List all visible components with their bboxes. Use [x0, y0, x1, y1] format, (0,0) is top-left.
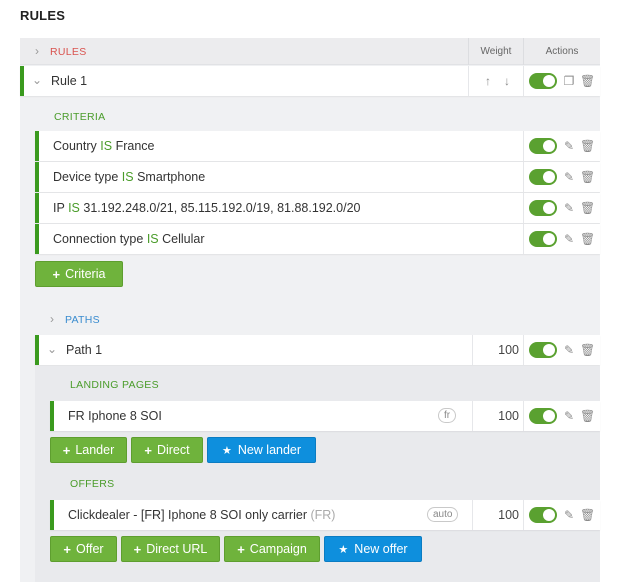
trash-icon[interactable]: 🗑	[580, 409, 595, 423]
rules-section-label[interactable]: RULES	[50, 46, 87, 58]
criteria-item[interactable]: Device type IS Smartphone ✎ 🗑	[35, 162, 600, 192]
path-toggle[interactable]	[529, 342, 557, 358]
pencil-icon[interactable]: ✎	[563, 139, 575, 153]
criteria-value: 31.192.248.0/21, 85.115.192.0/19, 81.88.…	[83, 201, 361, 215]
add-direct-button[interactable]: + Direct	[131, 437, 203, 463]
rule-row[interactable]: ⌄ Rule 1 ↑ ↓ ❐ 🗑	[20, 66, 600, 96]
path-weight: 100	[498, 343, 519, 357]
pencil-icon[interactable]: ✎	[563, 170, 575, 184]
offers-label: OFFERS	[70, 478, 115, 490]
landing-pages-label: LANDING PAGES	[70, 379, 159, 391]
criteria-item[interactable]: IP IS 31.192.248.0/21, 85.115.192.0/19, …	[35, 193, 600, 223]
lander-weight: 100	[498, 409, 519, 423]
trash-icon[interactable]: 🗑	[580, 508, 595, 522]
trash-icon[interactable]: 🗑	[580, 343, 595, 357]
plus-icon: +	[52, 266, 61, 282]
offer-weight: 100	[498, 508, 519, 522]
criteria-operator: IS	[121, 170, 134, 184]
lander-row[interactable]: FR Iphone 8 SOI fr 100 ✎ 🗑	[50, 401, 600, 431]
criteria-operator: IS	[100, 139, 113, 153]
rules-panel: › RULES Weight Actions ⌄ Rule 1 ↑ ↓ ❐ 🗑 …	[20, 38, 600, 582]
plus-icon: +	[144, 442, 152, 458]
plus-icon: +	[62, 442, 71, 458]
chevron-down-icon[interactable]: ⌄	[45, 342, 59, 356]
add-criteria-button[interactable]: + Criteria	[35, 261, 123, 287]
paths-header[interactable]: › PATHS	[35, 310, 600, 330]
pencil-icon[interactable]: ✎	[563, 508, 575, 522]
pencil-icon[interactable]: ✎	[563, 409, 575, 423]
path-row[interactable]: ⌄ Path 1 100 ✎ 🗑	[35, 335, 600, 365]
add-offer-button[interactable]: + Offer	[50, 536, 117, 562]
criteria-field: Connection type	[53, 232, 144, 246]
star-icon: ★	[338, 543, 349, 556]
criteria-value: Smartphone	[137, 170, 206, 184]
criteria-item[interactable]: Country IS France ✎ 🗑	[35, 131, 600, 161]
offer-country: (FR)	[310, 508, 336, 522]
criteria-value: Cellular	[162, 232, 205, 246]
chevron-right-icon[interactable]: ›	[45, 312, 59, 326]
rule-toggle[interactable]	[529, 73, 557, 89]
criteria-value: France	[115, 139, 155, 153]
rule-name: Rule 1	[51, 74, 88, 88]
pencil-icon[interactable]: ✎	[563, 343, 575, 357]
copy-icon[interactable]: ❐	[563, 74, 575, 88]
lander-toggle[interactable]	[529, 408, 557, 424]
trash-icon[interactable]: 🗑	[580, 74, 595, 88]
criteria-field: Country	[53, 139, 97, 153]
arrow-down-icon[interactable]: ↓	[501, 74, 513, 88]
new-lander-button[interactable]: ★ New lander	[207, 437, 316, 463]
criteria-operator: IS	[146, 232, 159, 246]
criteria-toggle[interactable]	[529, 138, 557, 154]
star-icon: ★	[221, 444, 232, 457]
plus-icon: +	[133, 541, 142, 557]
criteria-toggle[interactable]	[529, 200, 557, 216]
criteria-toggle[interactable]	[529, 169, 557, 185]
trash-icon[interactable]: 🗑	[580, 201, 595, 215]
arrow-up-icon[interactable]: ↑	[482, 74, 494, 88]
new-offer-button[interactable]: ★ New offer	[324, 536, 422, 562]
page-title: RULES	[20, 8, 66, 23]
paths-section-label: PATHS	[65, 314, 100, 326]
chevron-down-icon[interactable]: ⌄	[30, 73, 44, 87]
add-direct-url-button[interactable]: + Direct URL	[121, 536, 220, 562]
trash-icon[interactable]: 🗑	[580, 232, 595, 246]
pencil-icon[interactable]: ✎	[563, 201, 575, 215]
chevron-right-icon[interactable]: ›	[30, 44, 44, 58]
plus-icon: +	[237, 541, 245, 557]
add-lander-button[interactable]: + Lander	[50, 437, 127, 463]
lander-tag: fr	[438, 408, 457, 423]
rules-header: › RULES Weight Actions	[20, 38, 600, 65]
offer-tag: auto	[427, 507, 459, 522]
plus-icon: +	[63, 541, 72, 557]
criteria-section-label: CRITERIA	[54, 111, 106, 123]
weight-column-header: Weight	[468, 38, 523, 65]
pencil-icon[interactable]: ✎	[563, 232, 575, 246]
offer-name: Clickdealer - [FR] Iphone 8 SOI only car…	[68, 508, 307, 522]
actions-column-header: Actions	[523, 38, 600, 65]
offer-toggle[interactable]	[529, 507, 557, 523]
criteria-field: IP	[53, 201, 65, 215]
criteria-item[interactable]: Connection type IS Cellular ✎ 🗑	[35, 224, 600, 254]
criteria-toggle[interactable]	[529, 231, 557, 247]
add-campaign-button[interactable]: + Campaign	[224, 536, 320, 562]
trash-icon[interactable]: 🗑	[580, 139, 595, 153]
criteria-field: Device type	[53, 170, 119, 184]
lander-name: FR Iphone 8 SOI	[68, 409, 162, 423]
offer-row[interactable]: Clickdealer - [FR] Iphone 8 SOI only car…	[50, 500, 600, 530]
criteria-operator: IS	[68, 201, 80, 215]
trash-icon[interactable]: 🗑	[580, 170, 595, 184]
path-name: Path 1	[66, 343, 103, 357]
